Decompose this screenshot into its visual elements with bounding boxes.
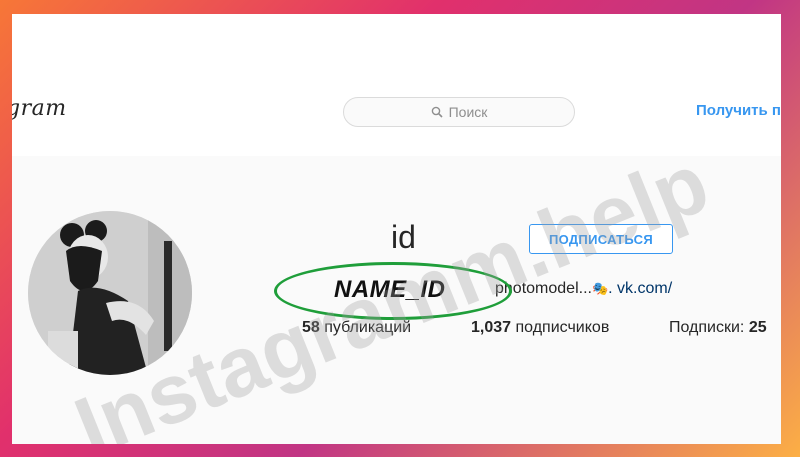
- profile-username: id: [391, 219, 416, 255]
- instagram-logo[interactable]: gram: [12, 96, 67, 121]
- get-app-link[interactable]: Получить пр: [696, 102, 781, 119]
- follow-button[interactable]: ПОДПИСАТЬСЯ: [529, 224, 673, 254]
- top-navigation-bar: gram Поиск Получить пр: [12, 14, 781, 157]
- following-label: Подписки:: [669, 319, 745, 336]
- search-input[interactable]: Поиск: [343, 97, 575, 127]
- posts-label: публикаций: [324, 319, 412, 336]
- search-icon: [431, 106, 443, 118]
- screenshot-panel: gram Поиск Получить пр id ПОДПИСАТЬСЯ ph…: [12, 14, 781, 444]
- following-count: 25: [748, 319, 767, 336]
- posts-count: 58: [302, 319, 320, 336]
- theater-masks-emoji: 🎭: [591, 281, 609, 296]
- followers-stat[interactable]: 1,037 подписчиков: [471, 319, 609, 337]
- display-name: NAME_ID: [334, 276, 446, 303]
- profile-photo: [28, 211, 192, 375]
- posts-stat: 58 публикаций: [302, 319, 411, 337]
- following-stat[interactable]: Подписки: 25: [669, 319, 767, 337]
- search-placeholder: Поиск: [448, 104, 488, 120]
- profile-bio: photomodel...🎭. vk.com/: [495, 280, 672, 298]
- followers-count: 1,037: [471, 319, 512, 336]
- followers-label: подписчиков: [515, 319, 610, 336]
- bio-link[interactable]: . vk.com/: [608, 280, 672, 297]
- profile-section: id ПОДПИСАТЬСЯ photomodel...🎭. vk.com/ N…: [12, 156, 781, 444]
- avatar[interactable]: [28, 211, 192, 375]
